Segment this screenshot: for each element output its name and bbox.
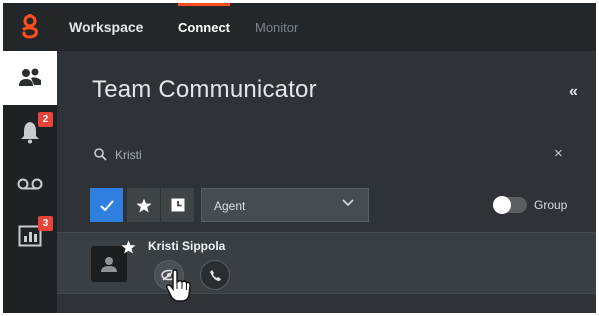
favorite-star-icon [121,240,136,254]
nav-connect-tab[interactable]: Connect [178,3,230,51]
voicemail-icon [17,178,43,190]
panel-title: Team Communicator [92,76,317,103]
group-toggle[interactable] [493,196,527,214]
notification-count-badge: 2 [38,112,53,127]
clear-search-button[interactable]: × [554,145,563,162]
nav-monitor-tab[interactable]: Monitor [255,3,298,51]
filter-recent-button[interactable] [161,188,194,222]
contact-list-item[interactable]: Kristi Sippola [57,232,596,294]
star-icon [136,198,151,212]
hand-cursor-icon [166,269,191,302]
sidebar-item-voicemail[interactable] [3,159,57,209]
filter-favorites-button[interactable] [127,188,160,222]
type-filter-dropdown[interactable]: Agent [201,188,369,222]
nav-connect-label: Connect [178,19,230,35]
checkmark-icon [99,199,114,211]
top-bar: Workspace Connect Monitor [3,3,596,51]
type-filter-value: Agent [214,199,246,213]
active-tab-indicator [178,3,230,6]
sidebar-item-notifications[interactable]: 2 [3,105,57,159]
filter-bar: Agent Group [57,188,596,222]
toggle-knob [493,196,511,214]
genesys-logo-icon [3,3,57,51]
team-communicator-icon [19,68,41,86]
search-input[interactable] [115,145,535,165]
chevron-down-icon [342,199,354,207]
search-icon [94,148,107,161]
search-bar: × [57,135,596,175]
sidebar-item-statistics[interactable]: 3 [3,209,57,263]
app-window: Workspace Connect Monitor 2 3 Team Commu… [3,3,596,313]
sidebar: 2 3 [3,51,57,313]
statistics-count-badge: 3 [38,216,53,231]
nav-workspace[interactable]: Workspace [69,3,143,51]
call-button[interactable] [200,260,230,290]
phone-icon [209,269,221,281]
contact-name: Kristi Sippola [148,239,226,253]
collapse-panel-button[interactable]: « [569,83,578,101]
filter-all-button[interactable] [90,188,123,222]
recent-clock-icon [171,198,184,212]
sidebar-item-team-communicator[interactable] [3,51,57,105]
group-toggle-label: Group [534,198,568,212]
